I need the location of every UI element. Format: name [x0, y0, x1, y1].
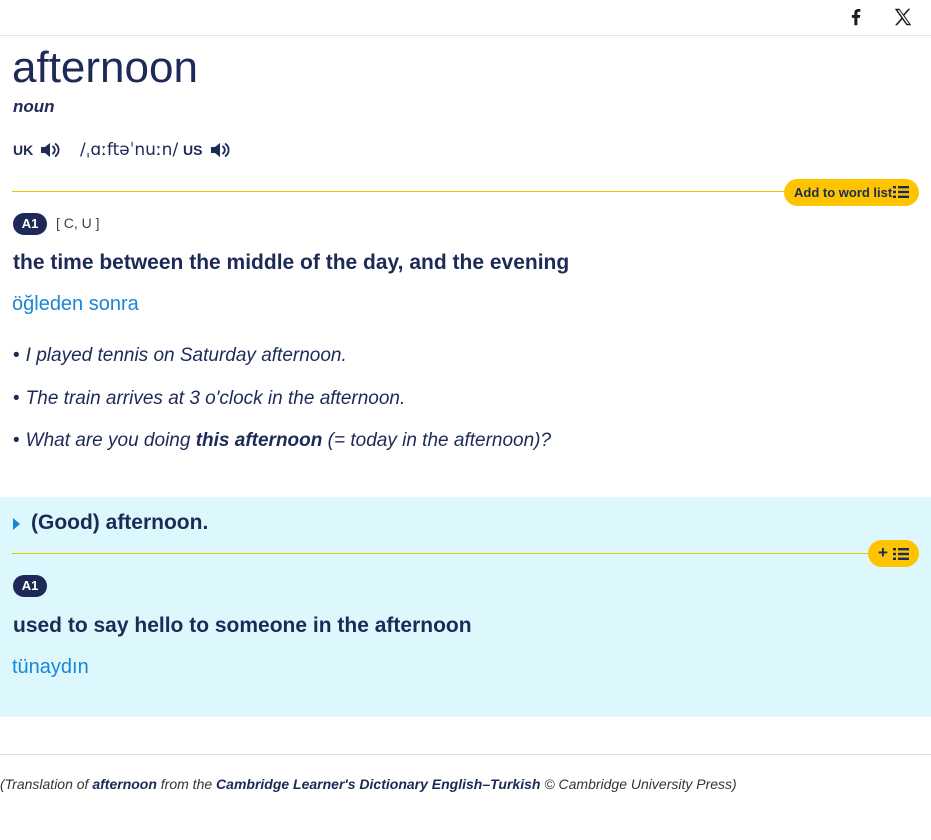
plus-icon: +	[878, 543, 888, 562]
phrase-definition: used to say hello to someone in the afte…	[13, 614, 472, 637]
phrase-title: (Good) afternoon.	[31, 511, 209, 534]
facebook-icon[interactable]	[845, 6, 867, 28]
level-badge: A1	[13, 213, 47, 235]
pronunciation-row: UK /ˌɑːftəˈnuːn/ US	[13, 138, 413, 164]
example-sentence: • I played tennis on Saturday afternoon.	[13, 345, 347, 366]
headword: afternoon	[12, 43, 198, 92]
us-label: US	[183, 142, 203, 158]
grammar-code: [ C, U ]	[56, 215, 100, 231]
level-badge: A1	[13, 575, 47, 597]
list-icon	[893, 185, 909, 199]
x-icon[interactable]	[892, 6, 914, 28]
add-to-word-list-button[interactable]: Add to word list	[784, 179, 919, 206]
us-audio-icon[interactable]	[208, 138, 232, 162]
sense-divider	[12, 191, 788, 192]
example-sentence: • What are you doing this afternoon (= to…	[13, 430, 552, 451]
caret-right-icon[interactable]	[12, 517, 22, 531]
footer-divider	[0, 754, 931, 755]
add-phrase-to-word-list-button[interactable]: +	[868, 540, 919, 567]
phrase-translation: tünaydın	[12, 656, 89, 678]
translation: öğleden sonra	[12, 293, 139, 315]
part-of-speech: noun	[13, 97, 55, 116]
list-icon	[893, 547, 909, 561]
phrase-divider	[12, 553, 872, 554]
uk-label: UK	[13, 142, 34, 158]
uk-audio-icon[interactable]	[38, 138, 62, 162]
ipa-transcription: /ˌɑːftəˈnuːn/	[80, 140, 179, 160]
definition: the time between the middle of the day, …	[13, 251, 570, 274]
add-to-word-list-label: Add to word list	[794, 185, 893, 200]
share-bar	[0, 0, 931, 36]
translation-credit: (Translation of afternoon from the Cambr…	[0, 776, 737, 792]
example-sentence: • The train arrives at 3 o'clock in the a…	[13, 388, 406, 409]
